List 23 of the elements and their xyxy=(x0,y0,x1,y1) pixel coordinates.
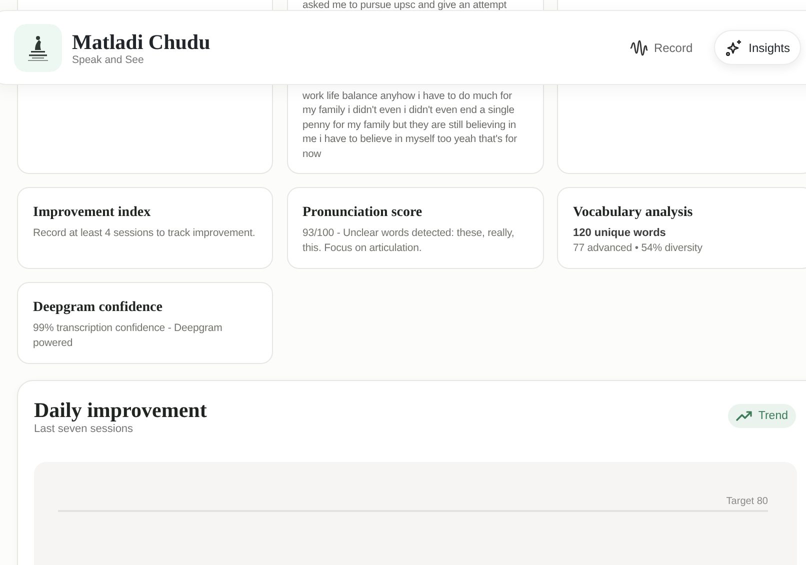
trending-up-icon xyxy=(736,410,754,422)
transcript-text: work life balance anyhow i have to do much for my family i didn't even i didn't even end a single penny for my family but they are still believing in me i have to believe in myself too yeah that's for now xyxy=(302,90,518,162)
metric-text: 99% transcription confidence - Deepgram powered xyxy=(33,321,224,350)
metric-title: Improvement index xyxy=(33,205,152,221)
section-title: Daily improvement xyxy=(34,397,207,423)
app-subtitle: Speak and See xyxy=(72,54,145,66)
metric-text: 93/100 - Unclear words detected: these, really, this. Focus on articulation. xyxy=(302,226,516,255)
transcript-text: asked me to pursue upsc and give an attempt xyxy=(302,0,508,13)
metric-text: Record at least 4 sessions to track improvement. xyxy=(33,226,256,240)
target-label: Target 80 xyxy=(725,496,768,507)
section-subtitle: Last seven sessions xyxy=(34,423,134,435)
badge-label: Trend xyxy=(758,410,788,422)
metric-text: 77 advanced • 54% diversity xyxy=(573,240,704,255)
metric-title: Vocabulary analysis xyxy=(573,205,694,221)
insights-button[interactable]: Insights xyxy=(714,30,801,65)
sparkles-icon xyxy=(724,38,743,56)
metric-highlight: 120 unique words xyxy=(573,226,667,240)
record-button[interactable]: Record xyxy=(618,30,704,65)
logo-drawing xyxy=(14,24,62,72)
metric-title: Deepgram confidence xyxy=(33,300,164,316)
app-title: Matladi Chudu xyxy=(72,30,212,54)
metric-title: Pronunciation score xyxy=(302,205,424,221)
waveform-icon xyxy=(630,38,648,56)
